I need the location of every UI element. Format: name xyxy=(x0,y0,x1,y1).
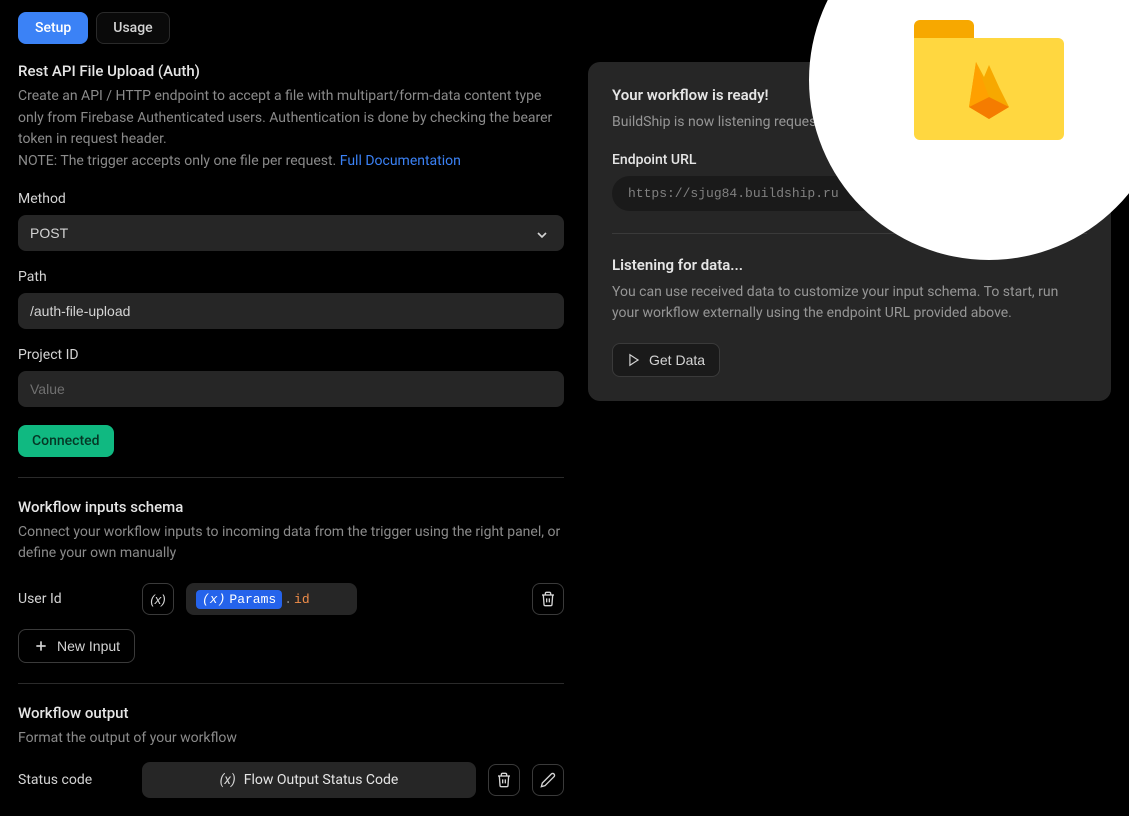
divider xyxy=(18,683,564,684)
folder-icon xyxy=(914,20,1064,140)
edit-output-button[interactable] xyxy=(532,764,564,796)
output-title: Workflow output xyxy=(18,704,564,722)
connected-badge: Connected xyxy=(18,425,114,457)
plus-icon xyxy=(33,638,49,654)
variable-icon: (x) xyxy=(150,592,166,607)
page-description: Create an API / HTTP endpoint to accept … xyxy=(18,86,564,173)
tab-usage[interactable]: Usage xyxy=(96,12,169,44)
listening-desc: You can use received data to customize y… xyxy=(612,282,1087,325)
variable-button[interactable]: (x) xyxy=(142,583,174,615)
listening-title: Listening for data... xyxy=(612,256,1087,274)
play-icon xyxy=(627,353,641,367)
method-select[interactable]: POST xyxy=(18,215,564,251)
tab-setup[interactable]: Setup xyxy=(18,12,88,44)
inputs-schema-title: Workflow inputs schema xyxy=(18,498,564,516)
trash-icon xyxy=(496,772,512,788)
divider xyxy=(18,477,564,478)
param-property: id xyxy=(294,592,310,607)
path-label: Path xyxy=(18,269,564,285)
new-input-button[interactable]: New Input xyxy=(18,629,135,663)
project-id-input[interactable] xyxy=(18,371,564,407)
output-desc: Format the output of your workflow xyxy=(18,728,564,750)
status-code-label: Status code xyxy=(18,772,130,788)
inputs-schema-desc: Connect your workflow inputs to incoming… xyxy=(18,522,564,565)
method-label: Method xyxy=(18,191,564,207)
trash-icon xyxy=(540,591,556,607)
path-input[interactable] xyxy=(18,293,564,329)
full-documentation-link[interactable]: Full Documentation xyxy=(340,153,461,169)
delete-output-button[interactable] xyxy=(488,764,520,796)
page-title: Rest API File Upload (Auth) xyxy=(18,62,564,80)
user-id-label: User Id xyxy=(18,591,130,607)
user-id-expression[interactable]: (x)Params . id xyxy=(186,583,357,615)
params-chip: (x)Params xyxy=(196,590,282,609)
delete-input-button[interactable] xyxy=(532,583,564,615)
variable-icon: (x) xyxy=(220,772,236,788)
pencil-icon xyxy=(540,772,556,788)
get-data-button[interactable]: Get Data xyxy=(612,343,720,377)
project-id-label: Project ID xyxy=(18,347,564,363)
firebase-flame-icon xyxy=(964,57,1014,122)
status-code-expression[interactable]: (x) Flow Output Status Code xyxy=(142,762,476,798)
